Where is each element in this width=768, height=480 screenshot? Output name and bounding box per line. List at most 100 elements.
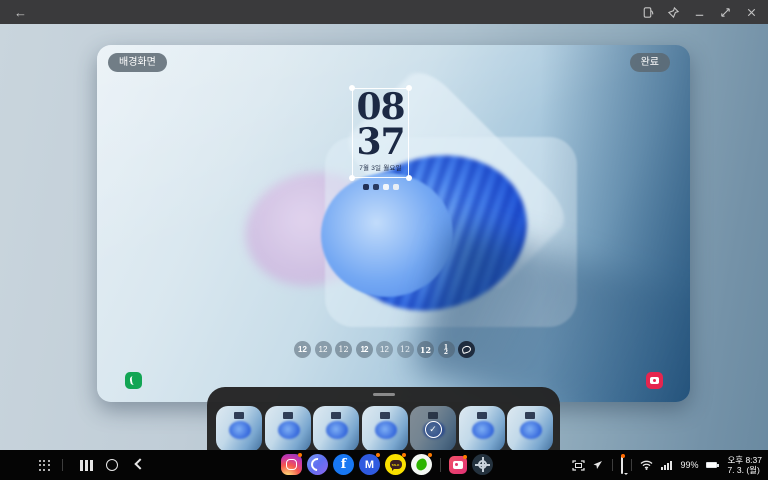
phone-shortcut-button[interactable] (125, 372, 142, 389)
clock-style-option-3[interactable]: 12 (335, 341, 352, 358)
taskbar-clock[interactable]: 오후 8:37 7. 3. (월) (727, 455, 762, 476)
notification-icons-row (355, 184, 407, 190)
thumbnail-art (472, 421, 494, 439)
clock-style-selector: 1212121212121212 (294, 341, 475, 358)
gear-icon (478, 460, 487, 469)
selection-handle[interactable] (406, 85, 412, 91)
talk-bubble: TALK (390, 460, 402, 469)
wallpaper-thumbnail-5[interactable]: ✓ (410, 406, 456, 452)
minimize-icon[interactable] (693, 6, 706, 19)
notification-dot (376, 453, 380, 457)
thumbnail-art (278, 421, 300, 439)
battery-percent: 99% (680, 460, 698, 470)
rotate-phone-icon[interactable] (641, 6, 654, 19)
thumbnail-mini-clock (477, 412, 487, 419)
clock-widget-selection[interactable]: 08 37 7월 3일 월요일 (352, 88, 409, 178)
clock-minute: 37 (356, 126, 404, 159)
wallpaper-coil-face (321, 173, 453, 297)
leaf-glyph (414, 457, 428, 471)
thumbnail-mini-clock (525, 412, 535, 419)
status-area: 99% 오후 8:37 7. 3. (월) (572, 450, 762, 480)
kakaotalk-app-icon[interactable]: TALK (385, 454, 406, 475)
all-apps-icon[interactable] (39, 460, 50, 471)
taskbar-date: 7. 3. (월) (727, 465, 762, 476)
phone-icon (129, 376, 137, 386)
thumbnail-art (520, 421, 542, 439)
notification-dot (298, 453, 302, 457)
camera-outline (286, 459, 297, 470)
wallpaper-thumbnail-row: ✓ (216, 406, 553, 452)
clock-style-option-1[interactable]: 12 (294, 341, 311, 358)
m-app-app-icon[interactable]: M (359, 454, 380, 475)
divider (612, 459, 613, 471)
divider (631, 459, 632, 471)
thumbnail-art (326, 421, 348, 439)
clock-style-option-4[interactable]: 12 (356, 341, 373, 358)
notification-icon (373, 184, 379, 190)
taskbar-app-row: fM TALK (281, 454, 493, 475)
desktop-background: 배경화면 완료 08 37 7월 3일 월요일 1212121212121212 (0, 24, 768, 450)
taskbar-time: 오후 8:37 (727, 455, 762, 466)
clock-hour: 08 (356, 91, 404, 124)
clock-style-option-2[interactable]: 12 (315, 341, 332, 358)
notification-dot (402, 453, 406, 457)
wallpaper-thumbnail-2[interactable] (265, 406, 311, 452)
wallpaper-dark-edge (540, 45, 690, 402)
wallpaper-thumbnail-7[interactable] (507, 406, 553, 452)
thumbnail-art (375, 421, 397, 439)
selection-handle[interactable] (406, 175, 412, 181)
wallpaper-thumbnail-4[interactable] (362, 406, 408, 452)
signal-icon (661, 460, 672, 470)
spen-pointer-icon[interactable] (593, 460, 604, 471)
snap-window-icon[interactable] (719, 6, 732, 19)
wallpaper-button[interactable]: 배경화면 (108, 53, 167, 72)
camera-icon (650, 377, 659, 384)
battery-icon (706, 462, 717, 468)
clock-style-palette-button[interactable] (458, 341, 475, 358)
clock-style-option-8[interactable]: 12 (438, 341, 455, 358)
wallpaper-thumbnail-3[interactable] (313, 406, 359, 452)
clock-style-option-7[interactable]: 12 (417, 341, 434, 358)
clock-style-option-6[interactable]: 12 (397, 341, 414, 358)
image-glyph (453, 461, 463, 469)
instagram-app-icon[interactable] (281, 454, 302, 475)
clock-style-option-5[interactable]: 12 (376, 341, 393, 358)
home-button[interactable] (106, 459, 118, 471)
divider (62, 459, 63, 471)
notification-dot (621, 454, 625, 458)
selection-handle[interactable] (349, 175, 355, 181)
close-icon[interactable] (745, 6, 758, 19)
selection-handle[interactable] (349, 85, 355, 91)
thumbnail-mini-clock (380, 412, 390, 419)
wifi-icon[interactable] (640, 460, 653, 470)
thumbnail-art (229, 421, 251, 439)
wallpaper-preview-canvas[interactable]: 배경화면 완료 08 37 7월 3일 월요일 1212121212121212 (97, 45, 690, 402)
notification-dot (428, 453, 432, 457)
notification-icon (363, 184, 369, 190)
green-leaf-app-icon[interactable] (411, 454, 432, 475)
thumbnail-mini-clock (234, 412, 244, 419)
settings-app-icon[interactable] (472, 454, 493, 475)
taskbar: fM TALK 99% 오후 8:37 7. 3. (월) (0, 450, 768, 480)
notification-bubble-icon[interactable] (621, 456, 623, 474)
sheet-drag-handle[interactable] (373, 393, 395, 396)
recents-button[interactable] (80, 460, 93, 471)
samsung-internet-app-icon[interactable] (307, 454, 328, 475)
wallpaper-thumbnail-6[interactable] (459, 406, 505, 452)
back-button[interactable] (134, 458, 145, 469)
palette-icon (461, 345, 472, 354)
camera-shortcut-button[interactable] (646, 372, 663, 389)
check-icon: ✓ (425, 421, 442, 438)
done-button[interactable]: 완료 (630, 53, 670, 72)
pin-icon[interactable] (667, 6, 680, 19)
selected-overlay: ✓ (410, 406, 456, 452)
facebook-app-icon[interactable]: f (333, 454, 354, 475)
notification-dot (463, 455, 467, 459)
planet-glyph (308, 455, 326, 473)
back-arrow-icon[interactable]: ← (14, 5, 27, 20)
gallery-app-icon[interactable] (449, 456, 467, 474)
notification-icon (383, 184, 389, 190)
screen-capture-icon[interactable] (572, 460, 585, 471)
notification-icon (393, 184, 399, 190)
wallpaper-thumbnail-1[interactable] (216, 406, 262, 452)
